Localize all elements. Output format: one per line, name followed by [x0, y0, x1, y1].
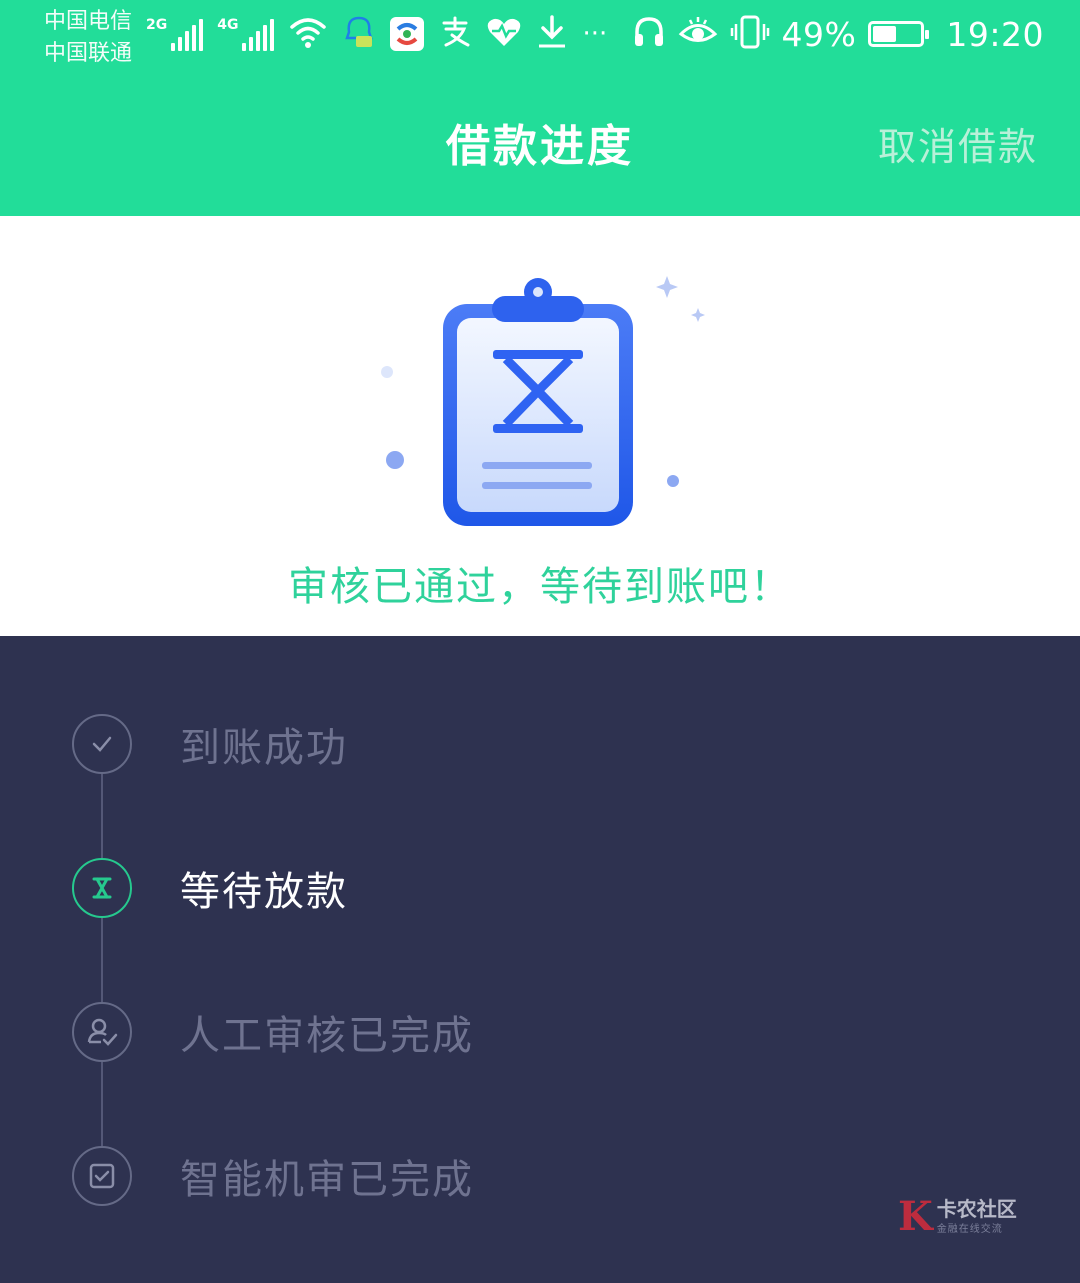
app-header: 借款进度 取消借款	[0, 78, 1080, 216]
battery-percent: 49%	[781, 14, 857, 54]
step-arrival-success: 到账成功	[72, 714, 348, 774]
battery-fill	[873, 26, 897, 42]
watermark-subtitle: 金融在线交流	[936, 1224, 1003, 1235]
chat-app-icon	[342, 14, 376, 54]
step-label: 人工审核已完成	[180, 1013, 474, 1059]
user-check-icon	[72, 1002, 132, 1062]
carrier-names: 中国电信 中国联通	[44, 6, 132, 70]
download-icon	[536, 14, 568, 54]
clipboard-hourglass-icon	[381, 276, 705, 526]
cancel-loan-button[interactable]: 取消借款	[878, 116, 1038, 171]
headphones-icon	[632, 15, 666, 53]
step-label: 智能机审已完成	[180, 1157, 474, 1203]
progress-timeline: 到账成功 等待放款 人工审核已完成 智能机审已完成	[0, 636, 1080, 1283]
signal-4g-icon: 4G	[217, 17, 275, 51]
carrier-1: 中国电信	[44, 9, 133, 34]
checkbox-icon	[72, 1146, 132, 1206]
security-app-icon	[390, 17, 425, 51]
approval-message: 审核已通过，等待到账吧！	[288, 564, 792, 610]
wifi-icon	[288, 15, 328, 53]
status-hero: 审核已通过，等待到账吧！	[0, 216, 1080, 636]
watermark-logo-icon: K	[898, 1193, 933, 1240]
watermark-name: 卡农社区	[936, 1197, 1017, 1221]
clock: 19:20	[946, 14, 1044, 54]
step-manual-review-done: 人工审核已完成	[72, 1002, 474, 1062]
vibrate-icon	[730, 14, 770, 54]
step-label: 等待放款	[180, 869, 348, 915]
alipay-icon	[438, 15, 472, 53]
more-notifications-icon: ···	[582, 19, 608, 49]
status-bar: 中国电信 中国联通 2G 4G ··· 49% 19:20	[0, 0, 1080, 78]
status-icons-right: 49% 19:20	[632, 14, 1044, 54]
battery-icon	[868, 21, 930, 47]
eye-comfort-icon	[678, 15, 718, 53]
step-auto-review-done: 智能机审已完成	[72, 1146, 474, 1206]
watermark: K 卡农社区 金融在线交流	[898, 1193, 1017, 1240]
health-heart-icon	[486, 16, 522, 52]
status-icons-left: 2G 4G ···	[146, 14, 607, 54]
hourglass-icon	[72, 858, 132, 918]
check-icon	[72, 714, 132, 774]
step-label: 到账成功	[180, 725, 348, 771]
timeline-connector	[101, 772, 103, 1170]
carrier-2: 中国联通	[44, 41, 133, 66]
step-awaiting-disbursement: 等待放款	[72, 858, 348, 918]
signal-2g-icon: 2G	[146, 17, 204, 51]
